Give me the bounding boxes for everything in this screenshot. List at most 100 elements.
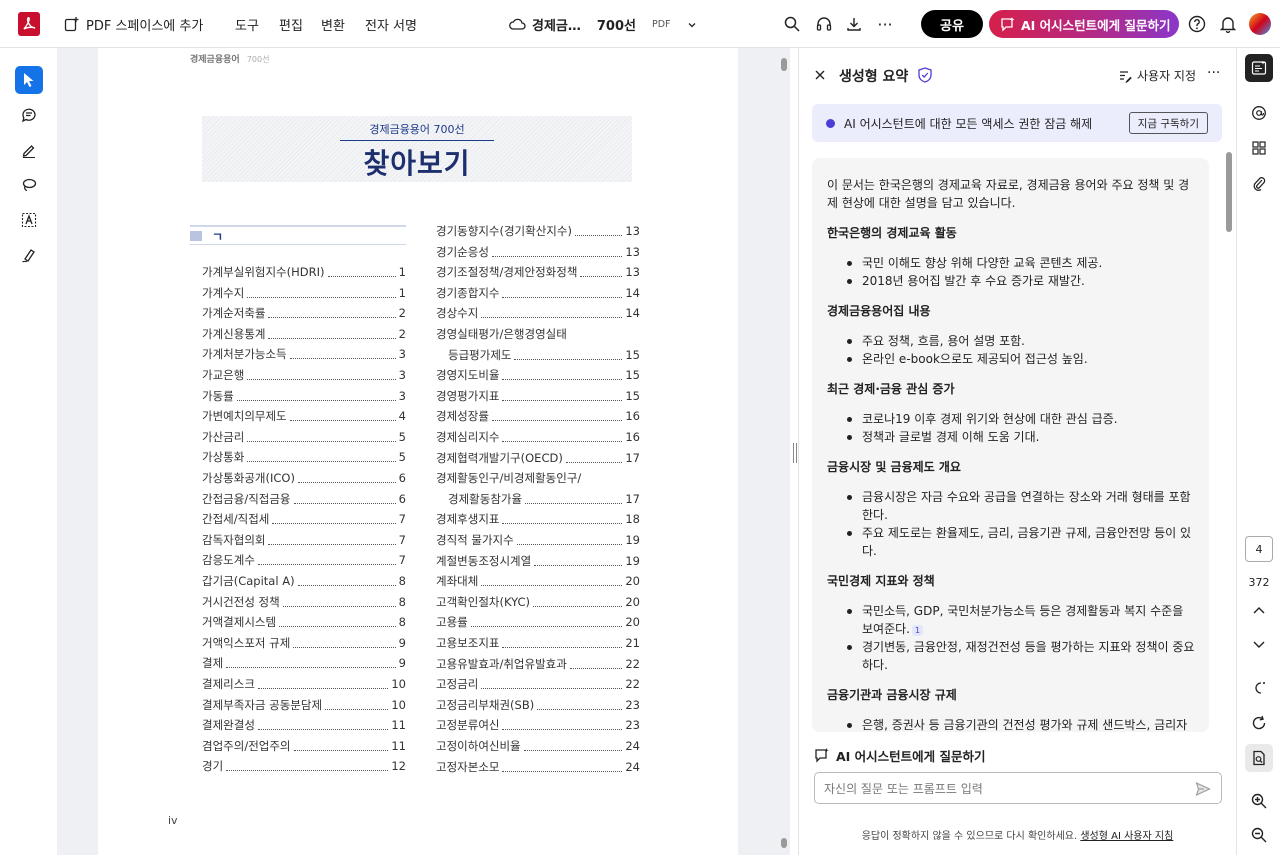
- index-entry[interactable]: 고정금리 22: [436, 676, 640, 694]
- comments-panel-button[interactable]: [1245, 99, 1273, 127]
- index-entry[interactable]: 결제리스크 10: [202, 676, 406, 694]
- comment-tool[interactable]: [15, 101, 43, 129]
- panel-resize-handle[interactable]: [793, 443, 797, 463]
- index-entry[interactable]: 고용보조지표 21: [436, 635, 640, 653]
- ai-guidelines-link[interactable]: 생성형 AI 사용자 지침: [1080, 831, 1173, 842]
- index-entry[interactable]: 고정금리부채권(SB) 23: [436, 697, 640, 715]
- next-page-button[interactable]: [1245, 631, 1273, 659]
- lasso-tool[interactable]: [15, 171, 43, 199]
- index-entry[interactable]: 경직적 물가지수 19: [436, 532, 640, 550]
- share-button[interactable]: 공유: [921, 10, 983, 38]
- read-mode-button[interactable]: [1245, 744, 1273, 772]
- index-entry[interactable]: 가계순저축률 2: [202, 305, 406, 323]
- draw-tool[interactable]: [15, 136, 43, 164]
- index-entry[interactable]: 가계신용통계 2: [202, 326, 406, 344]
- index-entry[interactable]: 가산금리 5: [202, 429, 406, 447]
- theme-toggle-button[interactable]: [1245, 674, 1273, 702]
- thumbnails-panel-button[interactable]: [1245, 134, 1273, 162]
- index-entry[interactable]: 가계처분가능소득 3: [202, 346, 406, 364]
- index-entry[interactable]: 가상통화공개(ICO) 6: [202, 470, 406, 488]
- index-entry[interactable]: 가동률 3: [202, 388, 406, 406]
- zoom-in-button[interactable]: [1245, 787, 1273, 815]
- document-scrollbar-bottom[interactable]: [781, 838, 787, 848]
- index-entry[interactable]: 계좌대체 20: [436, 573, 640, 591]
- index-entry[interactable]: 가변예치의무제도 4: [202, 408, 406, 426]
- index-entry[interactable]: 간접세/직접세 7: [202, 511, 406, 529]
- index-entry[interactable]: 가계부실위험지수(HDRI) 1: [202, 264, 406, 282]
- index-entry[interactable]: 가교은행 3: [202, 367, 406, 385]
- index-entry[interactable]: 갑기금(Capital A) 8: [202, 573, 406, 591]
- index-entry[interactable]: 경제성장률 16: [436, 408, 640, 426]
- ask-ai-assistant-button[interactable]: AI 어시스턴트에게 질문하기: [989, 10, 1179, 38]
- menu-tools[interactable]: 도구: [235, 0, 259, 48]
- document-scrollbar-top[interactable]: [781, 58, 787, 71]
- index-entry[interactable]: 고용률 20: [436, 614, 640, 632]
- headphones-icon[interactable]: [814, 14, 834, 34]
- search-icon[interactable]: [782, 14, 802, 34]
- menu-edit[interactable]: 편집: [279, 0, 303, 48]
- index-entry[interactable]: 결제완결성 11: [202, 717, 406, 735]
- subscribe-now-button[interactable]: 지금 구독하기: [1128, 112, 1208, 134]
- index-entry[interactable]: 경제활동인구/비경제활동인구/: [436, 470, 640, 488]
- index-entry[interactable]: 감응도계수 7: [202, 552, 406, 570]
- document-title-area[interactable]: 경제금… 700선 PDF: [508, 0, 697, 48]
- close-icon[interactable]: [813, 68, 827, 82]
- prompt-input[interactable]: [824, 779, 1184, 799]
- index-entry[interactable]: 가계수지 1: [202, 285, 406, 303]
- index-entry[interactable]: 경제활동참가율 17: [448, 491, 640, 509]
- panel-scrollbar[interactable]: [1226, 152, 1232, 232]
- chevron-down-icon[interactable]: [687, 19, 697, 29]
- index-entry[interactable]: 고용유발효과/취업유발효과 22: [436, 656, 640, 674]
- fill-sign-tool[interactable]: [15, 241, 43, 269]
- index-entry[interactable]: 거시건전성 정책 8: [202, 594, 406, 612]
- text-tool[interactable]: [15, 206, 43, 234]
- index-entry[interactable]: 고정분류여신 23: [436, 717, 640, 735]
- total-pages: 372: [1248, 576, 1270, 589]
- index-entry[interactable]: 경제심리지수 16: [436, 429, 640, 447]
- index-entry[interactable]: 경기조절정책/경제안정화정책 13: [436, 264, 640, 282]
- customize-button[interactable]: 사용자 지정: [1118, 67, 1196, 84]
- index-entry[interactable]: 고객확인절차(KYC) 20: [436, 594, 640, 612]
- attachments-panel-button[interactable]: [1245, 169, 1273, 197]
- send-icon[interactable]: [1193, 779, 1213, 799]
- add-to-space-button[interactable]: PDF 스페이스에 추가: [64, 0, 203, 48]
- index-entry[interactable]: 등급평가제도 15: [448, 347, 640, 365]
- index-entry[interactable]: 거액익스포저 규제 9: [202, 635, 406, 653]
- current-page-input[interactable]: 4: [1245, 536, 1273, 562]
- more-options-icon[interactable]: ···: [875, 14, 895, 34]
- index-entry[interactable]: 거액결제시스템 8: [202, 614, 406, 632]
- index-entry[interactable]: 경기종합지수 14: [436, 285, 640, 303]
- previous-page-button[interactable]: [1245, 596, 1273, 624]
- index-entry[interactable]: 고정이하여신비율 24: [436, 738, 640, 756]
- rotate-button[interactable]: [1245, 709, 1273, 737]
- index-entry[interactable]: 감독자협의회 7: [202, 532, 406, 550]
- index-entry[interactable]: 결제부족자금 공동분담제 10: [202, 697, 406, 715]
- citation-badge[interactable]: 1: [911, 625, 924, 636]
- index-entry[interactable]: 경제후생지표 18: [436, 511, 640, 529]
- user-avatar[interactable]: [1249, 13, 1271, 35]
- index-entry[interactable]: 경기동향지수(경기확산지수) 13: [436, 223, 640, 241]
- index-entry[interactable]: 경영평가지표 15: [436, 388, 640, 406]
- menu-e-sign[interactable]: 전자 서명: [365, 0, 417, 48]
- index-entry[interactable]: 경기 12: [202, 758, 406, 776]
- index-entry[interactable]: 경영지도비율 15: [436, 367, 640, 385]
- help-icon[interactable]: [1187, 14, 1207, 34]
- index-entry[interactable]: 계절변동조정시계열 19: [436, 553, 640, 571]
- zoom-out-button[interactable]: [1245, 821, 1273, 849]
- index-entry[interactable]: 고정자본소모 24: [436, 759, 640, 777]
- index-entry[interactable]: 가상통화 5: [202, 449, 406, 467]
- index-entry[interactable]: 간접금융/직접금융 6: [202, 491, 406, 509]
- panel-more-icon[interactable]: ···: [1207, 65, 1220, 81]
- download-icon[interactable]: [844, 14, 864, 34]
- index-entry[interactable]: 경영실태평가/은행경영실태: [436, 326, 640, 344]
- select-tool[interactable]: [15, 66, 43, 94]
- menu-convert[interactable]: 변환: [321, 0, 345, 48]
- notifications-bell-icon[interactable]: [1218, 14, 1238, 34]
- index-entry[interactable]: 결제 9: [202, 655, 406, 673]
- acrobat-logo-icon[interactable]: [18, 12, 40, 36]
- index-entry[interactable]: 겸업주의/전업주의 11: [202, 738, 406, 756]
- index-entry[interactable]: 경상수지 14: [436, 305, 640, 323]
- index-entry[interactable]: 경제협력개발기구(OECD) 17: [436, 450, 640, 468]
- generative-summary-toggle[interactable]: [1245, 54, 1273, 82]
- index-entry[interactable]: 경기순응성 13: [436, 244, 640, 262]
